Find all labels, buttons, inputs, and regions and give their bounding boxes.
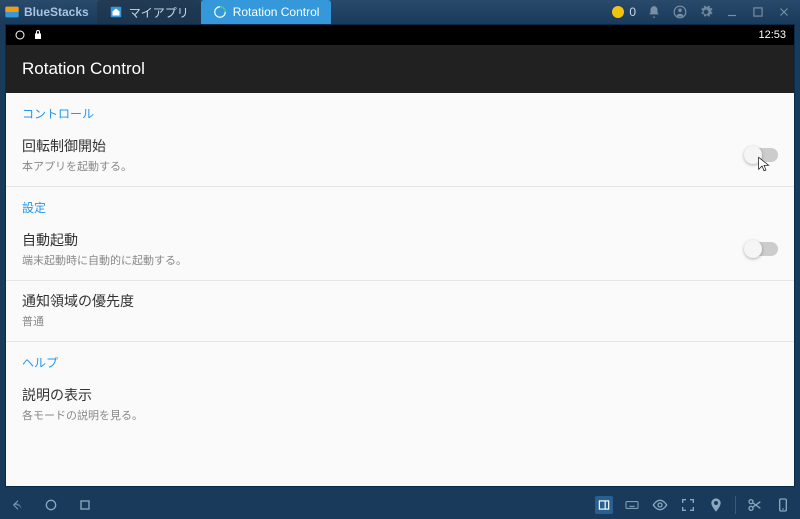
separator [735, 496, 736, 514]
bell-icon[interactable] [646, 4, 662, 20]
maximize-icon[interactable] [750, 4, 766, 20]
row-title: 回転制御開始 [22, 136, 746, 156]
bluestacks-logo: BlueStacks [4, 4, 89, 20]
home-icon [109, 5, 123, 19]
title-right: 0 [611, 4, 796, 20]
row-title: 説明の表示 [22, 385, 778, 405]
android-status-bar: 12:53 [6, 25, 794, 45]
row-title: 自動起動 [22, 230, 746, 250]
tabs: マイアプリ Rotation Control [97, 0, 332, 24]
row-subtitle: 普通 [22, 313, 778, 329]
nav-home-icon[interactable] [42, 496, 60, 514]
user-icon[interactable] [672, 4, 688, 20]
tab-rotation-control[interactable]: Rotation Control [201, 0, 332, 24]
toggle-sidebar-icon[interactable] [595, 496, 613, 514]
toggle-autostart[interactable] [746, 242, 778, 256]
tab-label: マイアプリ [129, 4, 189, 21]
gear-icon[interactable] [698, 4, 714, 20]
section-help-header: ヘルプ [6, 342, 794, 375]
row-start-rotation-control[interactable]: 回転制御開始 本アプリを起動する。 [6, 126, 794, 186]
section-control-header: コントロール [6, 93, 794, 126]
toggle-rotation-control[interactable] [746, 148, 778, 162]
row-autostart[interactable]: 自動起動 端末起動時に自動的に起動する。 [6, 220, 794, 280]
eye-icon[interactable] [651, 496, 669, 514]
phone-icon[interactable] [774, 496, 792, 514]
scissors-icon[interactable] [746, 496, 764, 514]
brand-text: BlueStacks [24, 5, 89, 19]
app-title: Rotation Control [6, 45, 794, 93]
nav-back-icon[interactable] [8, 496, 26, 514]
bottom-toolbar [0, 491, 800, 519]
row-show-description[interactable]: 説明の表示 各モードの説明を見る。 [6, 375, 794, 435]
tab-myapps[interactable]: マイアプリ [97, 0, 201, 24]
tab-label: Rotation Control [233, 5, 320, 19]
section-settings-header: 設定 [6, 187, 794, 220]
rotation-status-icon [14, 29, 26, 41]
coin-count: 0 [629, 5, 636, 19]
row-subtitle: 本アプリを起動する。 [22, 158, 746, 174]
row-notification-priority[interactable]: 通知領域の優先度 普通 [6, 281, 794, 341]
close-icon[interactable] [776, 4, 792, 20]
status-time: 12:53 [758, 29, 786, 41]
row-subtitle: 端末起動時に自動的に起動する。 [22, 252, 746, 268]
row-title: 通知領域の優先度 [22, 291, 778, 311]
nav-recents-icon[interactable] [76, 496, 94, 514]
location-icon[interactable] [707, 496, 725, 514]
lock-icon [32, 29, 44, 41]
row-subtitle: 各モードの説明を見る。 [22, 407, 778, 423]
keyboard-icon[interactable] [623, 496, 641, 514]
settings-content: コントロール 回転制御開始 本アプリを起動する。 設定 自動起動 端末起動時に自… [6, 93, 794, 486]
minimize-icon[interactable] [724, 4, 740, 20]
coin-counter[interactable]: 0 [611, 5, 636, 19]
fullscreen-icon[interactable] [679, 496, 697, 514]
app-frame: 12:53 Rotation Control コントロール 回転制御開始 本アプ… [5, 24, 795, 487]
title-bar: BlueStacks マイアプリ Rotation Control 0 [0, 0, 800, 24]
rotation-app-icon [213, 5, 227, 19]
coin-icon [611, 5, 625, 19]
bluestacks-icon [4, 4, 20, 20]
